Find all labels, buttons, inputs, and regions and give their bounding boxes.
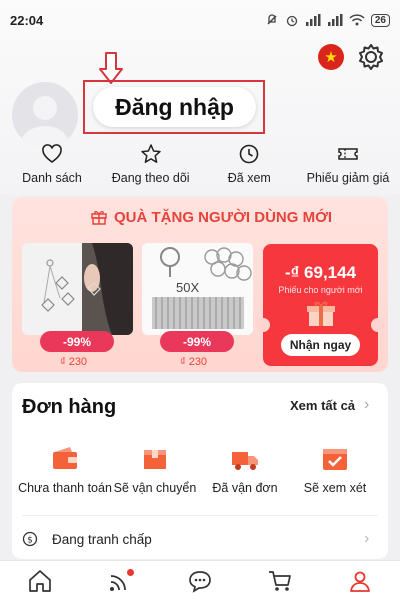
quick-link-coupons[interactable]: Phiếu giảm giá xyxy=(300,143,396,193)
quick-link-label: Phiếu giảm giá xyxy=(306,171,390,185)
wifi-icon xyxy=(349,14,365,26)
bottom-navigation xyxy=(0,560,400,600)
dispute-icon: $ xyxy=(22,531,38,547)
status-time: 22:04 xyxy=(10,13,44,28)
voucher-notch-left xyxy=(256,318,270,332)
promo-title-text: QUÀ TẶNG NGƯỜI DÙNG MỚI xyxy=(114,208,333,226)
avatar-placeholder-icon xyxy=(21,96,69,148)
signal-icon xyxy=(305,14,321,26)
status-bar: 22:04 26 xyxy=(0,0,400,40)
review-icon xyxy=(323,449,347,470)
see-all-orders-link[interactable]: Xem tất cả xyxy=(290,398,355,413)
order-status-unpaid[interactable]: Chưa thanh toán xyxy=(18,444,112,496)
quick-link-viewed[interactable]: Đã xem xyxy=(201,143,297,193)
voucher-notch-right xyxy=(371,318,385,332)
product-discount-badge: -99% xyxy=(160,331,234,352)
box-icon xyxy=(144,450,166,469)
chevron-right-icon[interactable]: › xyxy=(364,530,369,548)
heart-icon xyxy=(42,144,62,163)
promo-product-earring[interactable] xyxy=(22,243,133,335)
nav-chat[interactable] xyxy=(180,563,220,599)
silent-icon xyxy=(267,14,277,25)
quick-link-label: Đang theo dõi xyxy=(111,171,190,185)
battery-indicator: 26 xyxy=(370,13,390,27)
home-icon xyxy=(29,569,51,592)
language-flag-icon[interactable]: ★ xyxy=(318,44,344,70)
order-status-label: Chưa thanh toán xyxy=(18,481,112,495)
signal-icon-2 xyxy=(327,14,343,26)
nav-feed[interactable] xyxy=(100,563,140,599)
quick-link-wishlist[interactable]: Danh sách xyxy=(4,143,100,193)
voucher-subtitle: Phiếu cho người mới xyxy=(278,285,363,295)
chevron-right-icon[interactable]: › xyxy=(364,396,369,414)
svg-text:$: $ xyxy=(27,536,33,546)
earring-product-image xyxy=(22,243,133,335)
avatar[interactable] xyxy=(12,82,78,148)
truck-icon xyxy=(232,452,258,470)
quick-link-label: Danh sách xyxy=(22,171,82,185)
product-discount-badge: -99% xyxy=(40,331,114,352)
voucher-amount: -₫ 69,144 xyxy=(284,263,357,282)
account-icon xyxy=(350,571,370,592)
nav-account[interactable] xyxy=(340,563,380,599)
chat-icon xyxy=(189,570,211,593)
order-status-label: Sẽ vận chuyển xyxy=(113,481,197,495)
ticket-icon xyxy=(338,148,358,160)
status-icons: 26 xyxy=(265,13,390,27)
alarm-icon xyxy=(286,15,298,27)
nav-cart[interactable] xyxy=(260,563,300,599)
settings-gear-icon[interactable] xyxy=(356,42,386,72)
login-button[interactable]: Đăng nhập xyxy=(93,87,256,127)
nav-home[interactable] xyxy=(20,563,60,599)
voucher-gift-box-icon xyxy=(307,301,335,326)
divider xyxy=(22,515,378,516)
order-status-shipped[interactable]: Đã vận đơn xyxy=(198,444,292,496)
product-quantity-badge: 50X xyxy=(176,280,200,295)
wallet-icon xyxy=(53,447,77,469)
orders-title: Đơn hàng xyxy=(22,396,117,418)
order-status-to-ship[interactable]: Sẽ vận chuyển xyxy=(108,444,202,496)
clock-icon xyxy=(240,144,259,164)
product-price: ₫ 230 xyxy=(60,356,88,368)
star-icon xyxy=(140,144,161,163)
dispute-link[interactable]: Đang tranh chấp xyxy=(52,532,152,547)
quick-links: Danh sách Đang theo dõi Đã xem Phiếu giả… xyxy=(0,143,400,193)
product-price: ₫ 230 xyxy=(180,356,208,368)
quick-link-following[interactable]: Đang theo dõi xyxy=(103,143,199,193)
promo-title: QUÀ TẶNG NGƯỜI DÙNG MỚI xyxy=(90,208,332,226)
notification-dot xyxy=(127,568,134,576)
cart-icon xyxy=(269,570,291,591)
order-status-label: Đã vận đơn xyxy=(212,481,278,495)
order-status-to-review[interactable]: Sẽ xem xét xyxy=(288,444,382,496)
order-status-label: Sẽ xem xét xyxy=(303,481,367,495)
claim-voucher-button[interactable]: Nhận ngay xyxy=(281,334,360,356)
quick-link-label: Đã xem xyxy=(227,171,271,185)
gift-icon xyxy=(91,211,107,225)
